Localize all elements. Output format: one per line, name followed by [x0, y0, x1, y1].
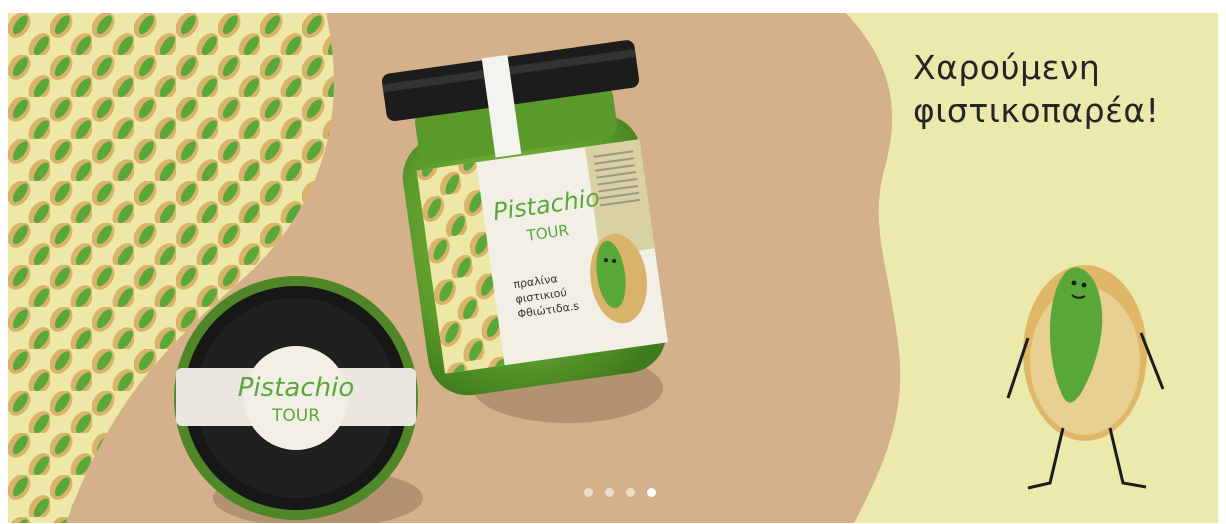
carousel-dot-3[interactable]	[626, 488, 635, 497]
headline-line-1: Χαρούμενη	[913, 48, 1101, 87]
hero-carousel[interactable]: Pistachio TOUR πραλίνα φιστικιού Φθιώτιδ…	[8, 13, 1218, 523]
carousel-dots	[584, 488, 656, 497]
round-brand-word2: TOUR	[271, 406, 320, 426]
round-brand-word1: Pistachio	[238, 373, 354, 403]
headline-line-2: φιστικοπαρέα!	[913, 90, 1160, 130]
carousel-dot-1[interactable]	[584, 488, 593, 497]
round-jar: Pistachio TOUR	[174, 276, 418, 520]
carousel-dot-2[interactable]	[605, 488, 614, 497]
carousel-dot-4[interactable]	[647, 488, 656, 497]
hero-headline: Χαρούμενη φιστικοπαρέα!	[913, 47, 1213, 133]
